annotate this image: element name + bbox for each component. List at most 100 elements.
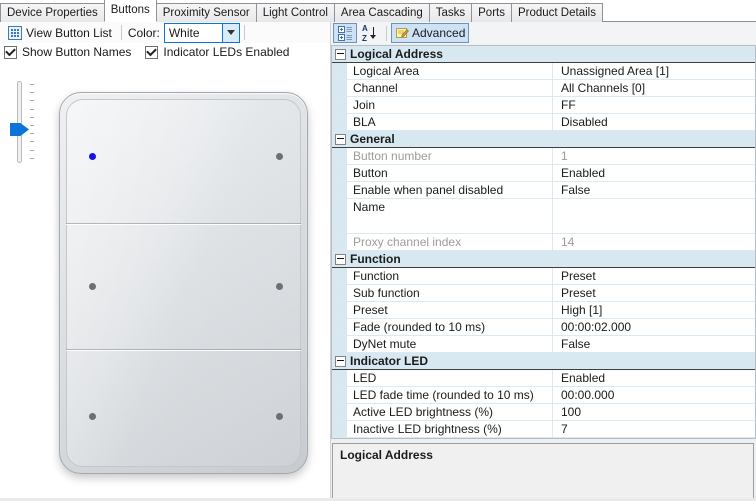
property-value[interactable]: High [1] <box>552 302 755 318</box>
property-row-led-fade-time-rounded-to-10-ms[interactable]: LED fade time (rounded to 10 ms) 00:00.00… <box>332 387 755 404</box>
property-value[interactable] <box>552 199 755 233</box>
property-row-led[interactable]: LED Enabled <box>332 370 755 387</box>
property-value[interactable]: Unassigned Area [1] <box>552 63 755 79</box>
property-row-join[interactable]: Join FF <box>332 97 755 114</box>
property-value[interactable]: 00:00.000 <box>552 387 755 403</box>
property-row-logical-area[interactable]: Logical Area Unassigned Area [1] <box>332 63 755 80</box>
property-value[interactable]: 7 <box>552 421 755 437</box>
property-row-proxy-channel-index[interactable]: Proxy channel index 14 <box>332 234 755 251</box>
property-row-preset[interactable]: Preset High [1] <box>332 302 755 319</box>
row-indent <box>332 182 347 198</box>
property-value[interactable]: All Channels [0] <box>552 80 755 96</box>
tab-area-cascading[interactable]: Area Cascading <box>333 3 430 22</box>
property-value[interactable]: False <box>552 336 755 352</box>
category-row-indicator-led[interactable]: Indicator LED <box>332 353 755 370</box>
property-row-enable-when-panel-disabled[interactable]: Enable when panel disabled False <box>332 182 755 199</box>
chevron-down-icon[interactable] <box>221 23 239 42</box>
zoom-slider-thumb[interactable] <box>10 123 29 136</box>
property-value[interactable]: Enabled <box>552 165 755 181</box>
property-value[interactable]: 1 <box>552 148 755 164</box>
keypad-button-4[interactable] <box>184 223 309 349</box>
collapse-icon[interactable] <box>335 48 346 60</box>
slider-tick <box>30 157 34 159</box>
property-value[interactable]: FF <box>552 97 755 113</box>
view-button-list-button[interactable]: View Button List <box>3 23 117 43</box>
property-row-channel[interactable]: Channel All Channels [0] <box>332 80 755 97</box>
keypad-led-4 <box>276 283 283 290</box>
buttons-toolbar: View Button List Color: White <box>0 22 330 43</box>
property-name: Sub function <box>353 286 420 300</box>
slider-tick <box>30 133 34 135</box>
keypad-button-1[interactable] <box>60 93 184 223</box>
row-indent <box>332 285 347 301</box>
property-name: Button <box>353 166 388 180</box>
property-name: Preset <box>353 303 388 317</box>
category-row-function[interactable]: Function <box>332 251 755 268</box>
property-row-inactive-led-brightness[interactable]: Inactive LED brightness (%) 7 <box>332 421 755 438</box>
property-value[interactable]: Preset <box>552 268 755 284</box>
description-title: Logical Address <box>340 448 433 462</box>
category-row-general[interactable]: General <box>332 131 755 148</box>
advanced-button[interactable]: Advanced <box>391 23 470 43</box>
keypad-button-2[interactable] <box>184 93 309 223</box>
property-value[interactable]: Disabled <box>552 114 755 130</box>
color-select[interactable]: White <box>163 22 240 43</box>
keypad-button-6[interactable] <box>184 349 309 475</box>
tab-proximity-sensor[interactable]: Proximity Sensor <box>155 3 257 22</box>
tab-ports[interactable]: Ports <box>471 3 512 22</box>
property-row-dynet-mute[interactable]: DyNet mute False <box>332 336 755 353</box>
property-name: LED <box>353 371 377 385</box>
row-indent <box>332 370 347 386</box>
toolbar-separator <box>386 25 387 41</box>
property-row-button-number[interactable]: Button number 1 <box>332 148 755 165</box>
categorized-view-button[interactable] <box>333 23 357 43</box>
indicator-leds-enabled-checkbox[interactable]: Indicator LEDs Enabled <box>145 45 289 59</box>
row-indent <box>332 234 347 250</box>
property-description-box: Logical Address <box>332 443 754 499</box>
row-indent <box>332 387 347 403</box>
property-value[interactable]: 00:00:02.000 <box>552 319 755 335</box>
property-pane: AZ Advanced Logical Address Logical Area U… <box>330 22 756 501</box>
collapse-icon[interactable] <box>335 253 346 265</box>
property-row-button[interactable]: Button Enabled <box>332 165 755 182</box>
slider-tick <box>30 141 34 143</box>
property-value[interactable]: False <box>552 182 755 198</box>
keypad-button-3[interactable] <box>60 223 184 349</box>
category-label: General <box>350 132 395 146</box>
property-value[interactable]: Preset <box>552 285 755 301</box>
property-grid: Logical Address Logical Area Unassigned Ar… <box>331 45 756 439</box>
sort-alphabetical-button[interactable]: AZ <box>357 23 382 43</box>
color-select-value: White <box>168 25 200 40</box>
tab-buttons[interactable]: Buttons <box>103 0 157 22</box>
property-row-function[interactable]: Function Preset <box>332 268 755 285</box>
collapse-icon[interactable] <box>335 133 346 145</box>
property-value[interactable]: 100 <box>552 404 755 420</box>
property-name: Function <box>353 269 400 283</box>
toolbar-separator <box>243 25 245 40</box>
keypad-led-2 <box>276 153 283 160</box>
collapse-icon[interactable] <box>335 355 346 367</box>
keypad-panel-image <box>59 92 308 474</box>
tab-product-details[interactable]: Product Details <box>510 3 603 22</box>
property-name: LED fade time (rounded to 10 ms) <box>353 388 534 402</box>
slider-tick <box>30 149 34 151</box>
zoom-slider-track[interactable] <box>17 81 22 163</box>
property-name: Proxy channel index <box>353 235 462 249</box>
keypad-button-5[interactable] <box>60 349 184 475</box>
category-row-logical-address[interactable]: Logical Address <box>332 46 755 63</box>
tab-light-control[interactable]: Light Control <box>255 3 335 22</box>
property-name: Logical Area <box>353 64 420 78</box>
property-row-name[interactable]: Name <box>332 199 755 234</box>
tab-device-properties[interactable]: Device Properties <box>0 3 105 22</box>
property-row-fade-rounded-to-10-ms[interactable]: Fade (rounded to 10 ms) 00:00:02.000 <box>332 319 755 336</box>
show-button-names-checkbox[interactable]: Show Button Names <box>4 45 131 59</box>
tab-tasks[interactable]: Tasks <box>428 3 473 22</box>
property-row-active-led-brightness[interactable]: Active LED brightness (%) 100 <box>332 404 755 421</box>
keypad-led-1 <box>89 153 96 160</box>
row-indent <box>332 336 347 352</box>
property-row-sub-function[interactable]: Sub function Preset <box>332 285 755 302</box>
indicator-leds-enabled-label: Indicator LEDs Enabled <box>163 45 290 59</box>
property-row-bla[interactable]: BLA Disabled <box>332 114 755 131</box>
property-value[interactable]: 14 <box>552 234 755 250</box>
property-value[interactable]: Enabled <box>552 370 755 386</box>
